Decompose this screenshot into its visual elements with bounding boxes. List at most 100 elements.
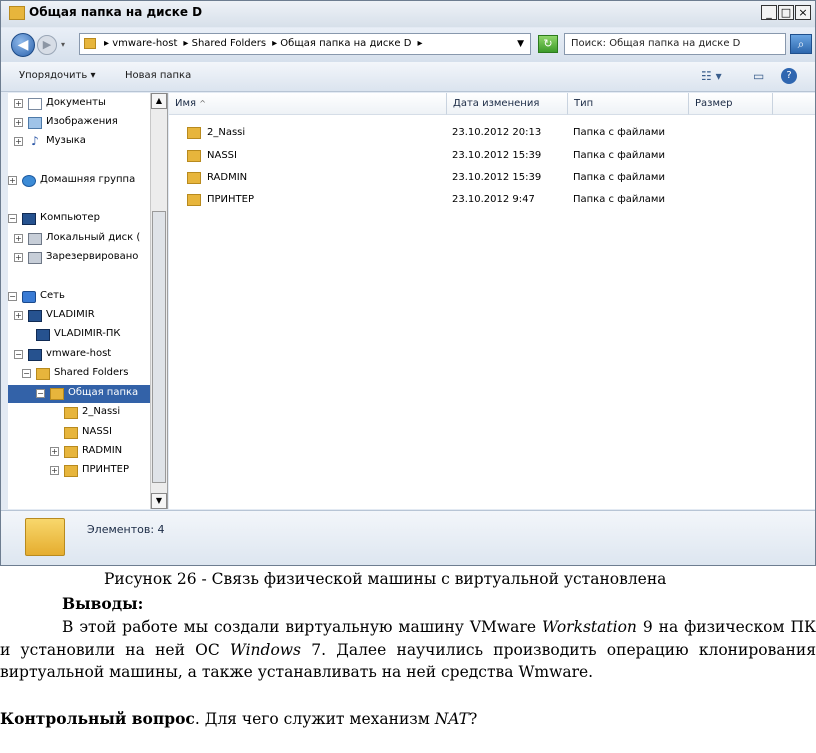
file-type: Папка с файлами <box>573 194 665 205</box>
nav-item[interactable]: − vmware-host <box>14 346 167 364</box>
nav-item[interactable]: VLADIMIR-ПК <box>22 326 167 344</box>
figure-caption: Рисунок 26 - Связь физической машины с в… <box>104 570 667 588</box>
forward-button[interactable]: ▶ <box>37 35 57 55</box>
file-type: Папка с файлами <box>573 172 665 183</box>
expander-icon[interactable]: + <box>14 234 23 243</box>
expander-icon[interactable]: + <box>14 118 23 127</box>
nav-item-label: Компьютер <box>40 212 100 223</box>
windows-term: Windows <box>229 640 301 659</box>
nav-item[interactable]: + Зарезервировано <box>14 249 167 267</box>
nav-item-label: Локальный диск ( <box>46 232 141 243</box>
address-dropdown-icon[interactable]: ▼ <box>517 34 524 54</box>
nav-item[interactable]: + ♪ Музыка <box>14 133 167 151</box>
file-row[interactable]: NASSI 23.10.2012 15:39 Папка с файлами <box>169 146 815 166</box>
folder-icon <box>187 127 201 139</box>
nav-item-label: Сеть <box>40 290 65 301</box>
expander-icon[interactable]: + <box>14 311 23 320</box>
question-label: Контрольный вопрос <box>0 709 195 728</box>
file-row[interactable]: 2_Nassi 23.10.2012 20:13 Папка с файлами <box>169 123 815 143</box>
column-header-type[interactable]: Тип <box>568 93 689 115</box>
file-name: RADMIN <box>207 172 248 183</box>
organize-button[interactable]: Упорядочить ▾ <box>19 70 95 81</box>
doc-icon <box>28 98 42 110</box>
column-header-name[interactable]: Имя ^ <box>169 93 447 115</box>
expander-icon[interactable]: + <box>50 466 59 475</box>
expander-icon[interactable]: − <box>8 214 17 223</box>
nav-item-label: 2_Nassi <box>82 406 121 417</box>
column-header-size[interactable]: Размер <box>689 93 773 115</box>
nav-item-label: Зарезервировано <box>46 251 139 262</box>
search-icon[interactable]: ⌕ <box>790 34 812 54</box>
history-dropdown-icon[interactable]: ▾ <box>61 40 65 49</box>
file-type: Папка с файлами <box>573 150 665 161</box>
nav-item[interactable]: − Shared Folders <box>22 365 167 383</box>
expander-icon[interactable]: − <box>14 350 23 359</box>
breadcrumb-item-vmware-host[interactable]: ▸ vmware-host <box>104 38 177 49</box>
file-row[interactable]: ПРИНТЕР 23.10.2012 9:47 Папка с файлами <box>169 190 815 210</box>
close-button[interactable]: × <box>795 5 811 20</box>
scroll-up-icon[interactable]: ▲ <box>151 93 167 109</box>
expander-icon[interactable]: + <box>8 176 17 185</box>
view-options-icon[interactable]: ☷ ▾ <box>701 69 722 83</box>
file-type: Папка с файлами <box>573 127 665 138</box>
refresh-icon[interactable]: ↻ <box>538 35 558 53</box>
breadcrumb-chevron-icon[interactable]: ▸ <box>417 38 422 49</box>
folder-icon <box>50 388 64 400</box>
help-icon[interactable]: ? <box>781 68 797 84</box>
minimize-button[interactable]: _ <box>761 5 777 20</box>
expander-icon[interactable]: − <box>8 292 17 301</box>
nav-item[interactable]: + Изображения <box>14 114 167 132</box>
pc-icon <box>22 213 36 225</box>
maximize-button[interactable]: □ <box>778 5 794 20</box>
expander-icon[interactable]: + <box>50 447 59 456</box>
folder-icon <box>25 518 65 556</box>
file-date: 23.10.2012 15:39 <box>452 150 542 161</box>
nav-item[interactable]: − Компьютер <box>8 210 167 228</box>
music-icon: ♪ <box>28 135 42 148</box>
back-button[interactable]: ◀ <box>11 33 35 57</box>
address-input[interactable]: ▸ vmware-host ▸ Shared Folders ▸ Общая пап… <box>79 33 531 55</box>
search-input[interactable]: Поиск: Общая папка на диске D <box>564 33 786 55</box>
nav-item[interactable]: − Общая папка <box>8 385 167 403</box>
group-icon <box>22 175 36 187</box>
nav-item-label: VLADIMIR <box>46 309 95 320</box>
file-row[interactable]: RADMIN 23.10.2012 15:39 Папка с файлами <box>169 168 815 188</box>
expander-icon[interactable]: + <box>14 99 23 108</box>
nav-item-label: VLADIMIR-ПК <box>54 328 121 339</box>
folder-icon <box>187 172 201 184</box>
nav-item[interactable]: + Документы <box>14 95 167 113</box>
expander-icon[interactable]: − <box>22 369 31 378</box>
column-header-date[interactable]: Дата изменения <box>447 93 568 115</box>
drive-icon <box>28 252 42 264</box>
window-title: Общая папка на диске D <box>29 5 203 19</box>
nav-item[interactable]: + VLADIMIR <box>14 307 167 325</box>
expander-icon[interactable]: + <box>14 137 23 146</box>
column-header-filler <box>773 93 815 115</box>
preview-pane-icon[interactable]: ▭ <box>753 69 764 83</box>
scroll-down-icon[interactable]: ▼ <box>151 493 167 509</box>
expander-icon[interactable]: + <box>14 253 23 262</box>
folder-icon <box>64 465 78 477</box>
nav-scrollbar[interactable]: ▲ ▼ <box>150 93 167 509</box>
folder-icon <box>187 194 201 206</box>
breadcrumb-item-shared-folder-d[interactable]: ▸ Общая папка на диске D <box>272 38 411 49</box>
scroll-thumb[interactable] <box>152 211 166 483</box>
file-name: ПРИНТЕР <box>207 194 255 205</box>
nav-item[interactable]: − Сеть <box>8 288 167 306</box>
new-folder-button[interactable]: Новая папка <box>125 70 191 81</box>
nav-item-label: NASSI <box>82 426 112 437</box>
nav-item-label: ПРИНТЕР <box>82 464 130 475</box>
nav-item[interactable]: + Домашняя группа <box>8 172 167 190</box>
expander-icon[interactable]: − <box>36 389 45 398</box>
pc-icon <box>28 310 42 322</box>
nav-item-label: vmware-host <box>46 348 112 359</box>
file-name: 2_Nassi <box>207 127 246 138</box>
navigation-pane: + Документы + Изображения + ♪ Музыка + Домашняя … <box>8 93 168 509</box>
breadcrumb-item-shared-folders[interactable]: ▸ Shared Folders <box>183 38 266 49</box>
paragraph-text: В этой работе мы создали виртуальную маш… <box>62 618 542 636</box>
nav-item-label: Изображения <box>46 116 118 127</box>
workstation-term: Workstation <box>541 618 637 636</box>
nav-item[interactable]: + Локальный диск ( <box>14 230 167 248</box>
net-icon <box>22 291 36 303</box>
file-date: 23.10.2012 9:47 <box>452 194 535 205</box>
